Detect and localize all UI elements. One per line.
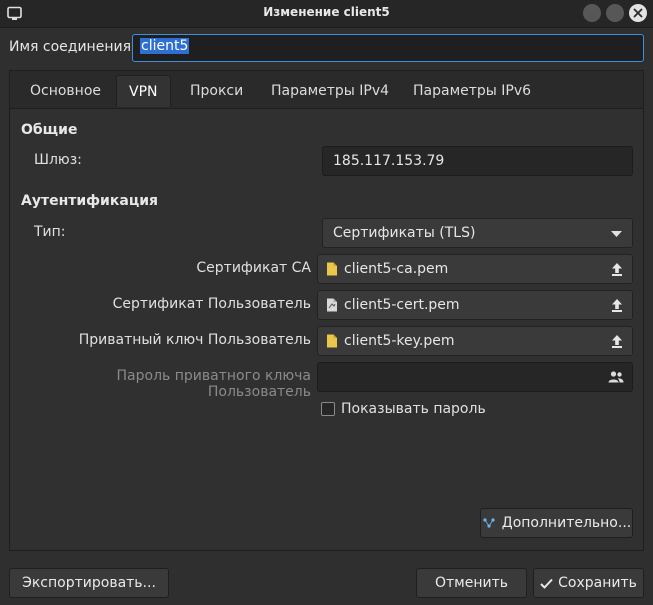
advanced-settings-icon: [483, 518, 495, 528]
key-password-input[interactable]: [317, 362, 633, 392]
connection-name-input[interactable]: client5: [132, 34, 644, 62]
user-cert-file-button[interactable]: client5-cert.pem: [317, 290, 633, 320]
gateway-label: Шлюз:: [34, 152, 82, 168]
show-password-label[interactable]: Показывать пароль: [341, 401, 486, 417]
auth-type-value: Сертификаты (TLS): [333, 225, 476, 241]
upload-icon: [612, 335, 622, 348]
auth-type-label: Тип:: [34, 224, 66, 240]
users-icon[interactable]: [608, 371, 624, 383]
edit-connection-window: Изменение client5 Имя соединения client5…: [0, 0, 653, 605]
minimize-button[interactable]: [583, 4, 601, 22]
export-button[interactable]: Экспортировать...: [9, 568, 169, 598]
ca-cert-label: Сертификат CA: [196, 260, 311, 276]
ca-cert-file-button[interactable]: client5-ca.pem: [317, 254, 633, 284]
advanced-button-label: Дополнительно...: [501, 515, 632, 531]
certificate-file-icon: [327, 298, 337, 312]
connection-name-label: Имя соединения: [9, 39, 132, 55]
tab-proxy[interactable]: Прокси: [178, 75, 255, 107]
tab-ipv4[interactable]: Параметры IPv4: [259, 75, 401, 107]
upload-icon: [612, 299, 622, 312]
close-button[interactable]: [629, 4, 647, 22]
user-cert-label: Сертификат Пользователь: [112, 296, 311, 312]
private-key-file-button[interactable]: client5-key.pem: [317, 326, 633, 356]
file-icon: [327, 262, 337, 276]
file-icon: [327, 334, 337, 348]
general-section-title: Общие: [21, 122, 78, 138]
auth-type-select[interactable]: Сертификаты (TLS): [322, 218, 633, 248]
auth-section-title: Аутентификация: [21, 193, 158, 209]
key-password-label: Пароль приватного ключа Пользователь: [116, 368, 311, 400]
tab-vpn[interactable]: VPN: [116, 75, 171, 107]
save-button[interactable]: Сохранить: [533, 568, 644, 598]
cancel-button[interactable]: Отменить: [416, 568, 527, 598]
tab-general[interactable]: Основное: [18, 75, 113, 107]
private-key-label: Приватный ключ Пользователь: [78, 332, 311, 348]
private-key-filename: client5-key.pem: [344, 333, 455, 349]
title-bar: Изменение client5: [0, 0, 653, 28]
save-button-label: Сохранить: [558, 575, 637, 591]
window-title: Изменение client5: [263, 5, 390, 19]
tab-bar: Основное VPN Прокси Параметры IPv4 Парам…: [9, 70, 644, 108]
maximize-button[interactable]: [606, 4, 624, 22]
advanced-button[interactable]: Дополнительно...: [480, 508, 633, 538]
vpn-settings-panel: Общие Шлюз: 185.117.153.79 Аутентификаци…: [9, 108, 644, 551]
gateway-input[interactable]: 185.117.153.79: [322, 146, 633, 176]
check-icon: [540, 578, 553, 589]
tab-ipv6[interactable]: Параметры IPv6: [401, 75, 543, 107]
close-icon: [633, 8, 643, 18]
show-password-checkbox[interactable]: [321, 402, 335, 416]
ca-cert-filename: client5-ca.pem: [344, 261, 449, 277]
upload-icon: [612, 263, 622, 276]
connection-name-value: client5: [140, 38, 190, 54]
chevron-down-icon: [611, 231, 622, 237]
user-cert-filename: client5-cert.pem: [344, 297, 460, 313]
